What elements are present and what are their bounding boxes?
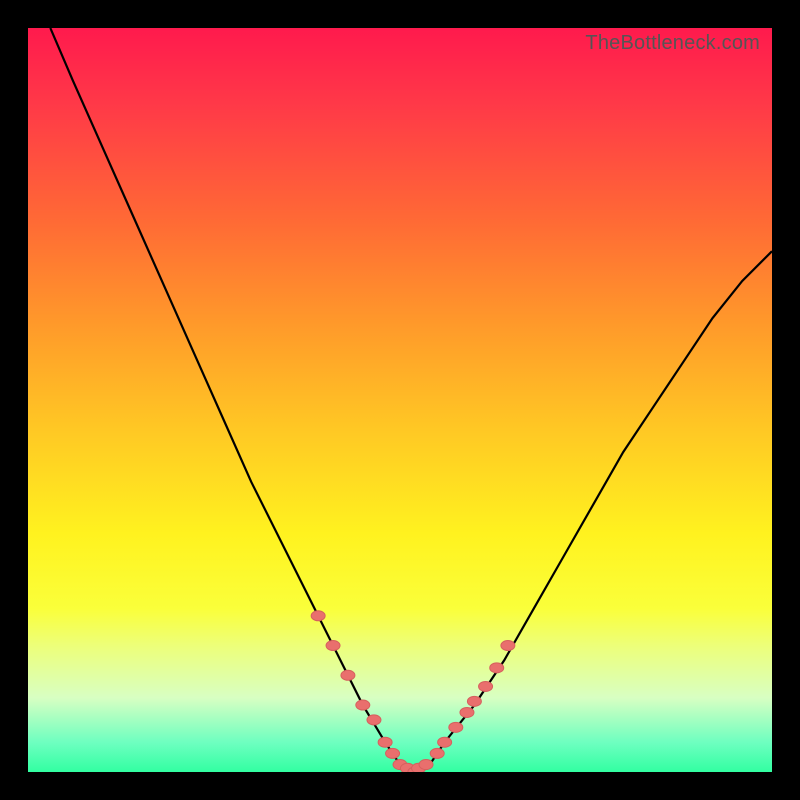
marker-dot [419, 760, 433, 770]
marker-dot [356, 700, 370, 710]
marker-dot [367, 715, 381, 725]
highlighted-markers [311, 611, 515, 772]
bottleneck-curve [50, 28, 772, 772]
chart-plot-area: TheBottleneck.com [28, 28, 772, 772]
marker-dot [311, 611, 325, 621]
marker-dot [501, 641, 515, 651]
chart-frame: TheBottleneck.com [0, 0, 800, 800]
marker-dot [479, 681, 493, 691]
marker-dot [430, 748, 444, 758]
marker-dot [460, 707, 474, 717]
marker-dot [341, 670, 355, 680]
marker-dot [438, 737, 452, 747]
chart-svg [28, 28, 772, 772]
marker-dot [449, 722, 463, 732]
marker-dot [326, 641, 340, 651]
marker-dot [490, 663, 504, 673]
marker-dot [467, 696, 481, 706]
marker-dot [378, 737, 392, 747]
marker-dot [386, 748, 400, 758]
